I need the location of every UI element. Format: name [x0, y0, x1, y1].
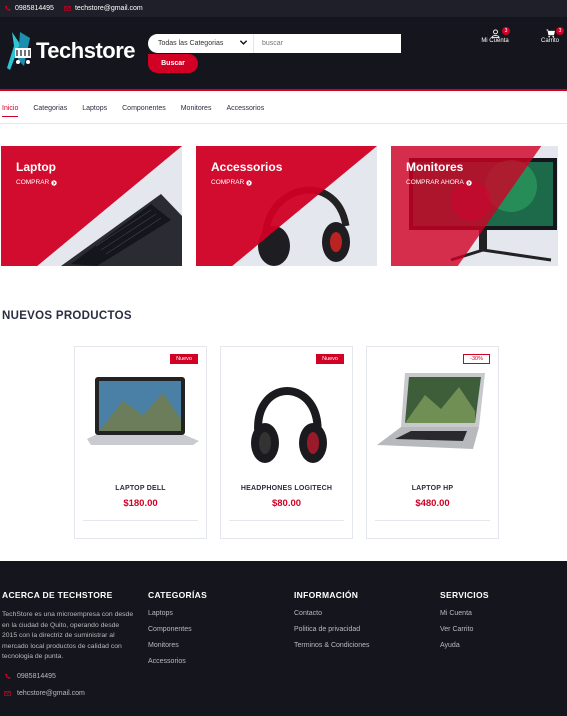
product-discount-tag: -30% [463, 354, 490, 364]
nav-item-inicio[interactable]: Inicio [2, 105, 19, 117]
product-tag: Nuevo [316, 354, 344, 364]
footer-phone[interactable]: 0985814495 [4, 673, 134, 680]
arrow-circle-right-icon [246, 179, 252, 186]
topbar-phone-text: 0985814495 [15, 5, 54, 12]
footer-info: INFORMACIÓN Contacto Politica de privaci… [294, 590, 369, 658]
product-card[interactable]: Nuevo LAPTOP DELL $180.00 [74, 346, 207, 539]
product-price: $80.00 [271, 498, 302, 509]
laptop-dell-image [87, 377, 199, 445]
category-cta[interactable]: COMPRAR AHORA [406, 179, 472, 186]
product-tag: Nuevo [170, 354, 198, 364]
product-name: LAPTOP DELL [115, 485, 166, 492]
footer-categories: CATEGORÍAS Laptops Componentes Monitores… [148, 590, 207, 674]
category-card-accessorios[interactable]: Accessorios COMPRAR [196, 146, 377, 266]
cart-icon [545, 29, 555, 38]
search-button[interactable]: Buscar [148, 54, 198, 73]
arrow-circle-right-icon [51, 179, 57, 186]
arrow-circle-right-icon [466, 179, 472, 186]
category-title: Accessorios [211, 160, 283, 174]
divider [375, 520, 490, 521]
category-card-monitores[interactable]: Monitores COMPRAR AHORA [391, 146, 558, 266]
footer-about-text: TechStore es una microempresa con desde … [2, 611, 134, 660]
nav-item-categorias[interactable]: Categorias [33, 105, 67, 112]
search-bar: Todas las Categorias [148, 34, 401, 53]
footer-link-mi-cuenta[interactable]: Mi Cuenta [440, 610, 489, 617]
footer-link-accessorios[interactable]: Accessorios [148, 658, 207, 665]
footer-link-monitores[interactable]: Monitores [148, 642, 207, 649]
logo-text: Techstore [36, 38, 136, 63]
topbar-email-text: techstore@gmail.com [74, 5, 143, 12]
footer-heading: SERVICIOS [440, 590, 489, 600]
cart-badge: 3 [556, 27, 564, 35]
account-link[interactable]: 3 Mi Cuenta [478, 27, 512, 44]
nav-item-accessorios[interactable]: Accessorios [226, 105, 264, 112]
product-name: HEADPHONES LOGITECH [240, 485, 333, 492]
envelope-icon [64, 6, 71, 11]
divider [83, 520, 198, 521]
footer-services: SERVICIOS Mi Cuenta Ver Carrito Ayuda [440, 590, 489, 658]
divider [229, 520, 344, 521]
topbar-phone[interactable]: 0985814495 [4, 5, 54, 12]
main-nav: Inicio Categorias Laptops Componentes Mo… [0, 93, 567, 124]
product-card[interactable]: Nuevo HEADPHONES LOGITECH $80.00 [220, 346, 353, 539]
logo-cart-icon [7, 32, 31, 70]
product-price: $480.00 [415, 498, 450, 509]
account-badge: 3 [502, 27, 510, 35]
category-title: Monitores [406, 160, 464, 174]
category-title: Laptop [16, 160, 56, 174]
headphones-logitech-image [251, 387, 327, 463]
footer-link-privacidad[interactable]: Politica de privacidad [294, 626, 369, 633]
footer-link-contacto[interactable]: Contacto [294, 610, 369, 617]
footer-about: ACERCA DE TECHSTORE TechStore es una mic… [2, 590, 134, 697]
top-header: 0985814495 techstore@gmail.com [0, 0, 567, 17]
footer-heading: INFORMACIÓN [294, 590, 359, 600]
footer-phone-text: 0985814495 [17, 672, 56, 680]
footer-heading: ACERCA DE TECHSTORE [2, 590, 113, 600]
category-select[interactable]: Todas las Categorias [148, 34, 254, 53]
section-title: NUEVOS PRODUCTOS [2, 310, 132, 322]
product-price: $180.00 [123, 498, 158, 509]
product-name: LAPTOP HP [411, 485, 454, 492]
phone-icon [5, 5, 11, 11]
footer-link-terminos[interactable]: Terminos & Condiciones [294, 642, 369, 649]
product-card[interactable]: -30% LAPTOP HP $480.00 [366, 346, 499, 539]
footer-link-laptops[interactable]: Laptops [148, 610, 207, 617]
category-cta-label: COMPRAR [16, 179, 50, 186]
main-header: Techstore Todas las Categorias Buscar 3 … [0, 17, 567, 91]
search-input[interactable] [254, 34, 401, 53]
nav-item-monitores[interactable]: Monitores [181, 105, 212, 112]
topbar-email[interactable]: techstore@gmail.com [64, 5, 143, 12]
category-cta[interactable]: COMPRAR [16, 179, 57, 186]
chevron-down-icon [239, 40, 248, 45]
account-label: Mi Cuenta [481, 38, 509, 44]
footer-link-ayuda[interactable]: Ayuda [440, 642, 489, 649]
cart-link[interactable]: 3 Carrito [537, 27, 564, 44]
logo[interactable]: Techstore [6, 30, 136, 72]
footer: ACERCA DE TECHSTORE TechStore es una mic… [0, 561, 567, 716]
category-cta-label: COMPRAR AHORA [406, 179, 464, 186]
envelope-icon [4, 690, 11, 696]
footer-email[interactable]: tehcstore@gmail.com [4, 690, 134, 697]
nav-item-laptops[interactable]: Laptops [82, 105, 107, 112]
footer-link-componentes[interactable]: Componentes [148, 626, 207, 633]
phone-icon [5, 673, 11, 679]
category-select-value: Todas las Categorias [158, 40, 224, 47]
category-cta-label: COMPRAR [211, 179, 245, 186]
cart-label: Carrito [540, 38, 559, 44]
category-cta[interactable]: COMPRAR [211, 179, 252, 186]
footer-link-ver-carrito[interactable]: Ver Carrito [440, 626, 489, 633]
laptop-hp-image [377, 373, 485, 449]
nav-item-componentes[interactable]: Componentes [122, 105, 166, 112]
footer-email-text: tehcstore@gmail.com [17, 689, 85, 697]
category-card-laptop[interactable]: Laptop COMPRAR [1, 146, 182, 266]
footer-heading: CATEGORÍAS [148, 590, 208, 600]
user-icon [490, 29, 500, 38]
